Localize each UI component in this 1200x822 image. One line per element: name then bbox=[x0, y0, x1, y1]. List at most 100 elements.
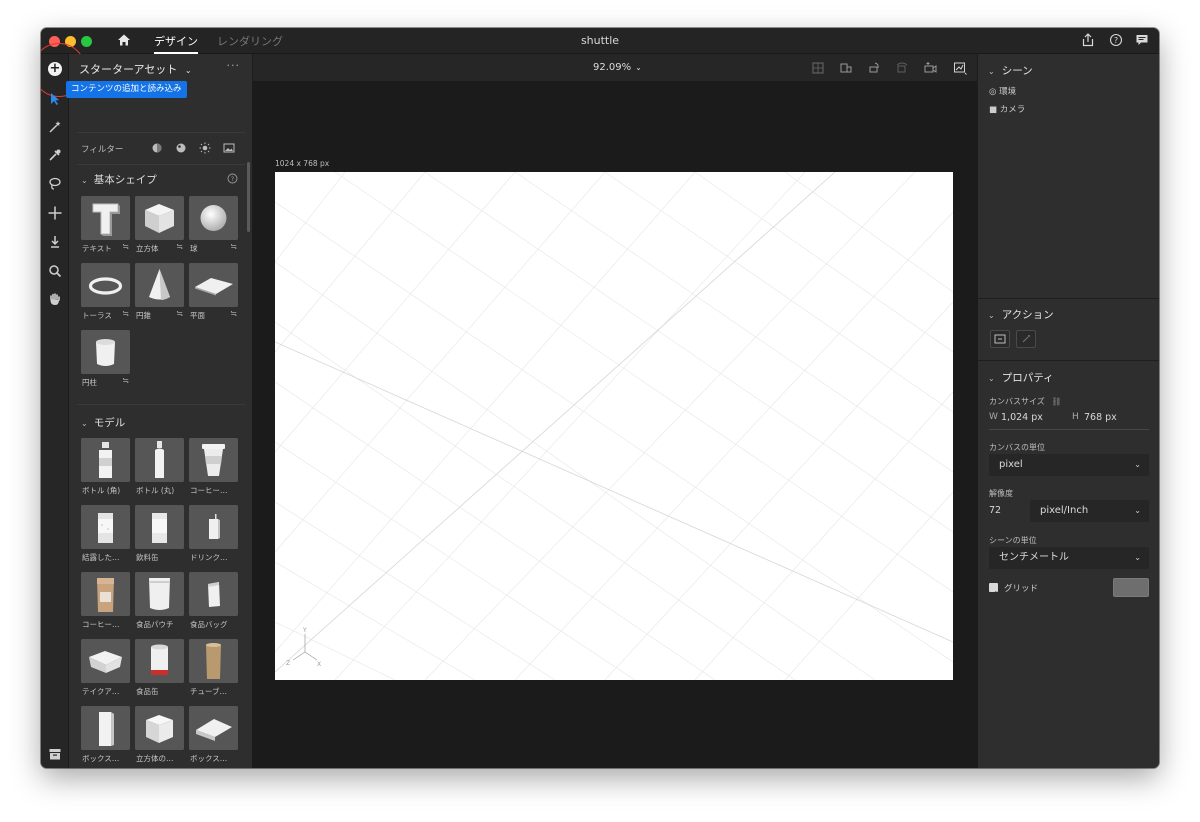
resolution-unit-select[interactable]: pixel/Inch ⌄ bbox=[1030, 500, 1149, 522]
fit-canvas-button[interactable] bbox=[990, 330, 1010, 348]
artboard[interactable]: Y X Z bbox=[275, 172, 953, 680]
scene-item-camera[interactable]: ■ カメラ bbox=[989, 103, 1025, 115]
asset-coffee-bag[interactable]: コーヒー… bbox=[81, 572, 130, 630]
asset-can[interactable]: 飲料缶 bbox=[135, 505, 184, 563]
canvas-unit-select[interactable]: pixel ⌄ bbox=[989, 454, 1149, 476]
actions-header[interactable]: ⌄ アクション bbox=[988, 307, 1054, 322]
bookmark-camera-icon[interactable] bbox=[923, 61, 937, 75]
material-filter-icon[interactable] bbox=[175, 142, 187, 154]
camera-view-icon[interactable] bbox=[839, 61, 853, 75]
asset-label: ボックス… bbox=[82, 754, 120, 763]
height-value[interactable]: 768 px bbox=[1084, 412, 1117, 423]
models-header[interactable]: ⌄ モデル bbox=[81, 415, 125, 430]
chevron-down-icon: ⌄ bbox=[988, 311, 995, 320]
asset-takeout[interactable]: テイクア… bbox=[81, 639, 130, 697]
drop-icon[interactable] bbox=[46, 233, 64, 251]
variants-icon[interactable]: ≒ bbox=[122, 376, 129, 385]
eyedropper-icon[interactable] bbox=[46, 146, 64, 164]
asset-plane[interactable]: 平面 ≒ bbox=[189, 263, 238, 321]
starter-assets-dropdown[interactable]: スターターアセット ⌄ bbox=[79, 61, 192, 77]
link-icon[interactable]: ⛓ bbox=[1051, 397, 1061, 406]
grid-checkbox[interactable] bbox=[989, 583, 998, 597]
app-window: デザイン レンダリング shuttle ? + コンテンツの追加と読み込み スタ… bbox=[41, 28, 1159, 768]
resolution-value[interactable]: 72 bbox=[989, 505, 1001, 516]
asset-cone[interactable]: 円錐 ≒ bbox=[135, 263, 184, 321]
select-tool-icon[interactable] bbox=[46, 90, 64, 108]
width-value[interactable]: 1,024 px bbox=[1001, 412, 1043, 423]
rotate-camera-icon[interactable] bbox=[867, 61, 881, 75]
frame-icon[interactable] bbox=[811, 61, 825, 75]
asset-bottle-square[interactable]: ボトル (角) bbox=[81, 438, 130, 496]
asset-bottle-round[interactable]: ボトル (丸) bbox=[135, 438, 184, 496]
asset-label: ボトル (丸) bbox=[136, 486, 175, 495]
scene-item-label: カメラ bbox=[999, 105, 1026, 115]
canvas-area[interactable]: 92.09% ⌄ 1024 x 768 px Y X Z bbox=[253, 54, 977, 768]
asset-cylinder[interactable]: 円柱 ≒ bbox=[81, 330, 130, 388]
asset-torus[interactable]: トーラス ≒ bbox=[81, 263, 130, 321]
asset-text[interactable]: テキスト ≒ bbox=[81, 196, 130, 254]
help-icon[interactable]: ? bbox=[227, 173, 238, 184]
asset-food-bag[interactable]: 食品バッグ bbox=[189, 572, 238, 630]
variants-icon[interactable]: ≒ bbox=[176, 242, 183, 251]
basic-shapes-title: 基本シェイプ bbox=[93, 174, 157, 186]
library-icon[interactable] bbox=[48, 747, 62, 761]
share-icon[interactable] bbox=[1081, 33, 1095, 47]
asset-cube-box[interactable]: 立方体の… bbox=[135, 706, 184, 764]
asset-cube[interactable]: 立方体 ≒ bbox=[135, 196, 184, 254]
asset-food-can[interactable]: 食品缶 bbox=[135, 639, 184, 697]
variants-icon[interactable]: ≒ bbox=[230, 309, 237, 318]
asset-label: テイクア… bbox=[82, 687, 120, 696]
chevron-down-icon: ⌄ bbox=[635, 63, 642, 72]
asset-flat-box[interactable]: ボックス… bbox=[189, 706, 238, 764]
grid-label: グリッド bbox=[1004, 584, 1039, 594]
asset-drink-box[interactable]: ドリンク… bbox=[189, 505, 238, 563]
bottle-round-thumbnail bbox=[135, 438, 184, 482]
feedback-icon[interactable] bbox=[1135, 33, 1149, 47]
food-bag-thumbnail bbox=[189, 572, 238, 616]
light-filter-icon[interactable] bbox=[199, 142, 211, 154]
asset-label: トーラス bbox=[82, 311, 112, 320]
asset-label: 円錐 bbox=[136, 311, 151, 320]
asset-label: 飲料缶 bbox=[136, 553, 159, 562]
move-icon[interactable] bbox=[46, 204, 64, 222]
image-filter-icon[interactable] bbox=[223, 142, 235, 154]
lasso-icon[interactable] bbox=[46, 175, 64, 193]
basic-shapes-header[interactable]: ⌄ 基本シェイプ bbox=[81, 172, 157, 187]
magic-action-button[interactable] bbox=[1016, 330, 1036, 348]
divider bbox=[77, 164, 245, 165]
magic-wand-icon[interactable] bbox=[46, 118, 64, 136]
document-title: shuttle bbox=[580, 34, 620, 47]
flat-box-thumbnail bbox=[189, 706, 238, 750]
scene-unit-select[interactable]: センチメートル ⌄ bbox=[989, 547, 1149, 569]
model-filter-icon[interactable] bbox=[151, 142, 163, 154]
asset-sphere[interactable]: 球 ≒ bbox=[189, 196, 238, 254]
asset-tall-box[interactable]: ボックス… bbox=[81, 706, 130, 764]
variants-icon[interactable]: ≒ bbox=[122, 309, 129, 318]
scene-item-environment[interactable]: ◎ 環境 bbox=[989, 85, 1016, 97]
scene-header[interactable]: ⌄ シーン bbox=[988, 63, 1033, 78]
asset-coffee-cup[interactable]: コーヒー… bbox=[189, 438, 238, 496]
asset-pouch[interactable]: 食品パウチ bbox=[135, 572, 184, 630]
asset-tube[interactable]: チューブ… bbox=[189, 639, 238, 697]
assets-scrollbar[interactable] bbox=[247, 162, 250, 232]
asset-label: 球 bbox=[190, 244, 198, 253]
hand-icon[interactable] bbox=[46, 290, 64, 308]
grid-color-swatch[interactable] bbox=[1113, 578, 1149, 597]
zoom-dropdown[interactable]: 92.09% ⌄ bbox=[593, 62, 642, 73]
more-options-icon[interactable]: ··· bbox=[227, 59, 241, 72]
filter-label: フィルター bbox=[81, 145, 124, 155]
properties-header[interactable]: ⌄ プロパティ bbox=[988, 370, 1054, 385]
orbit-icon[interactable] bbox=[895, 61, 909, 75]
help-icon[interactable]: ? bbox=[1109, 33, 1123, 47]
asset-label: コーヒー… bbox=[190, 486, 228, 495]
canvas-unit-label: カンバスの単位 bbox=[989, 443, 1045, 452]
asset-can-condensed[interactable]: 結露した… bbox=[81, 505, 130, 563]
asset-label: 結露した… bbox=[82, 553, 120, 562]
variants-icon[interactable]: ≒ bbox=[122, 242, 129, 251]
variants-icon[interactable]: ≒ bbox=[230, 242, 237, 251]
chevron-down-icon: ⌄ bbox=[1134, 506, 1141, 515]
zoom-icon[interactable] bbox=[46, 262, 64, 280]
render-preview-icon[interactable] bbox=[953, 61, 967, 75]
add-content-button[interactable]: + bbox=[41, 43, 86, 97]
variants-icon[interactable]: ≒ bbox=[176, 309, 183, 318]
